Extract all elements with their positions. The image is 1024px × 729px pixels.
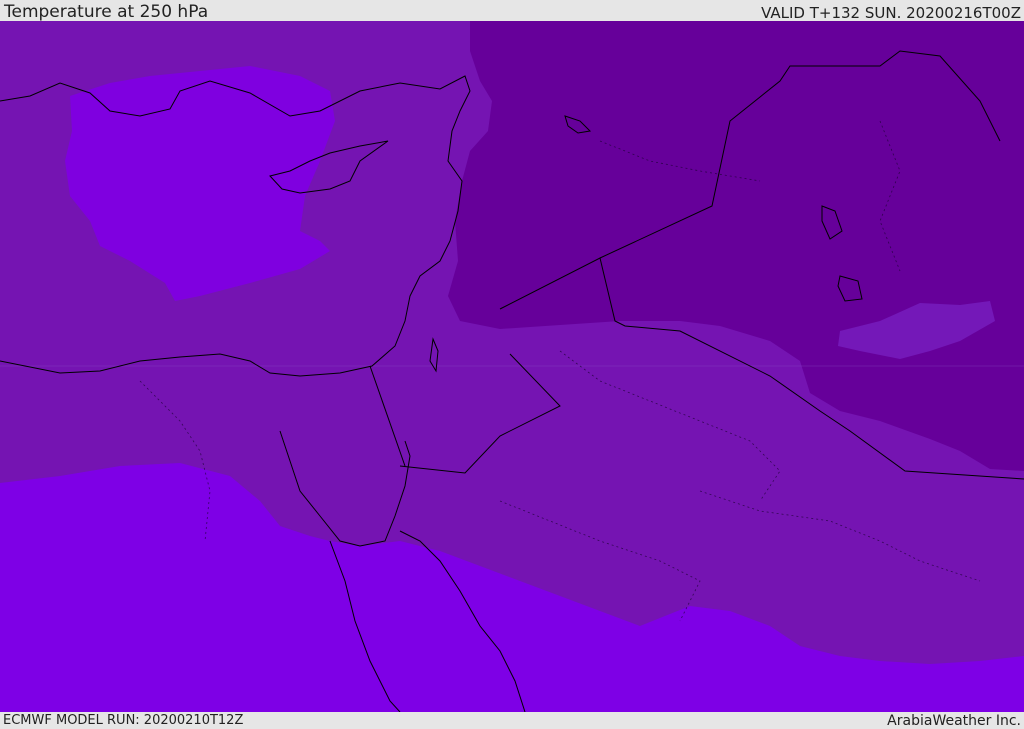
map-canvas (0, 21, 1024, 712)
map-title: Temperature at 250 hPa (4, 2, 209, 22)
brand-label: ArabiaWeather Inc. (887, 713, 1021, 729)
footer-bar: ECMWF MODEL RUN: 20200210T12Z ArabiaWeat… (0, 712, 1024, 729)
temperature-map[interactable] (0, 21, 1024, 712)
header-bar: Temperature at 250 hPa VALID T+132 SUN. … (0, 0, 1024, 21)
valid-time: VALID T+132 SUN. 20200216T00Z (761, 4, 1021, 22)
model-run-label: ECMWF MODEL RUN: 20200210T12Z (3, 713, 244, 728)
